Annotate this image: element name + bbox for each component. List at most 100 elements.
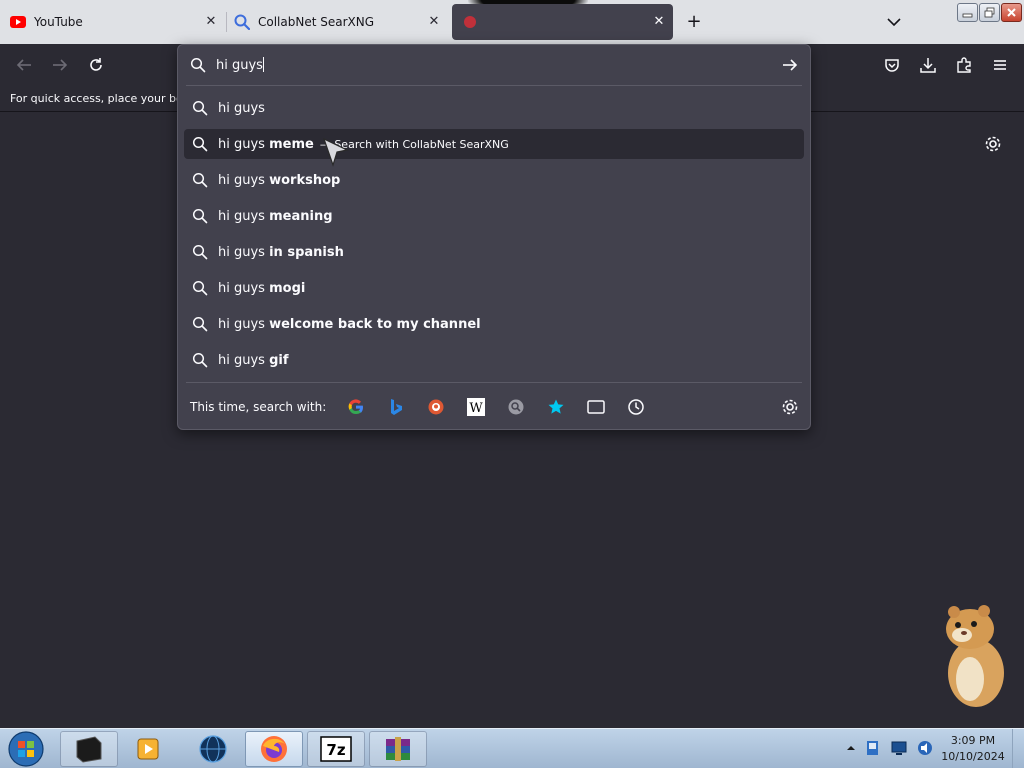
suggestion-item[interactable]: hi guys mogi <box>184 273 804 303</box>
search-icon <box>192 136 208 152</box>
suggestion-completion: in spanish <box>269 244 344 260</box>
hamburger-menu-icon <box>994 60 1006 70</box>
gear-icon <box>782 399 798 415</box>
divider <box>186 85 802 86</box>
network-tray-icon[interactable] <box>864 739 882 757</box>
suggestion-completion: meaning <box>269 208 333 224</box>
suggestion-completion: workshop <box>269 172 341 188</box>
reload-icon <box>90 58 102 71</box>
suggestion-prefix: hi guys <box>218 100 265 116</box>
suggestion-completion: mogi <box>269 280 306 296</box>
monitor-tray-icon[interactable] <box>890 739 908 757</box>
tabs-icon[interactable] <box>586 397 606 417</box>
search-settings-button[interactable] <box>780 397 800 417</box>
suggestion-prefix: hi guys <box>218 280 265 296</box>
restore-icon <box>984 7 995 18</box>
searxng-icon[interactable] <box>506 397 526 417</box>
black-box-icon <box>76 736 102 763</box>
tab-title: YouTube <box>34 15 83 29</box>
wikipedia-icon[interactable]: W <box>466 397 486 417</box>
text-caret <box>262 57 264 72</box>
forward-arrow-icon <box>53 59 68 71</box>
show-hidden-icons-icon[interactable] <box>846 743 856 753</box>
search-icon <box>192 244 208 260</box>
hamster-sticker-image <box>940 605 1010 711</box>
close-icon[interactable]: ✕ <box>651 14 667 30</box>
search-icon <box>192 100 208 116</box>
address-bar[interactable]: hi guys <box>178 45 810 85</box>
tab-collabnet-searxng[interactable]: CollabNet SearXNG ✕ <box>226 0 448 44</box>
window-controls <box>957 3 1022 22</box>
suggestion-completion: gif <box>269 352 289 368</box>
clock-time: 3:09 PM <box>950 734 996 747</box>
firefox-icon <box>261 736 287 762</box>
globe-icon <box>199 735 227 763</box>
suggestion-item[interactable]: hi guys welcome back to my channel <box>184 309 804 339</box>
restore-button[interactable] <box>979 3 1000 22</box>
back-arrow-icon <box>16 59 31 71</box>
pocket-button[interactable] <box>882 55 902 75</box>
extensions-button[interactable] <box>954 55 974 75</box>
suggestion-item[interactable]: hi guys meaning <box>184 201 804 231</box>
arrow-right-icon <box>783 59 798 71</box>
suggestion-item[interactable]: hi guys in spanish <box>184 237 804 267</box>
windows-logo-icon <box>8 731 44 767</box>
puzzle-icon <box>957 57 971 73</box>
reload-button[interactable] <box>86 55 106 75</box>
tab-youtube[interactable]: YouTube ✕ <box>0 0 225 44</box>
tab-title: CollabNet SearXNG <box>258 15 375 29</box>
go-button[interactable] <box>780 55 800 75</box>
minimize-button[interactable] <box>957 3 978 22</box>
forward-button[interactable] <box>50 55 70 75</box>
suggestion-prefix: hi guys <box>218 208 265 224</box>
address-input[interactable]: hi guys <box>216 57 264 73</box>
pocket-icon <box>885 59 899 72</box>
bookmarks-star-icon[interactable] <box>546 397 566 417</box>
taskbar-clock[interactable]: 3:09 PM 10/10/2024 <box>940 733 1006 765</box>
youtube-icon <box>10 14 26 30</box>
new-tab-button[interactable]: + <box>684 12 704 32</box>
taskbar-app-7zip[interactable]: 7z <box>307 731 365 767</box>
taskbar-app-firefox[interactable] <box>245 731 303 767</box>
suggestion-prefix: hi guys <box>218 244 265 260</box>
search-icon <box>234 14 250 30</box>
tab-active[interactable]: ✕ <box>452 4 673 40</box>
google-icon[interactable] <box>346 397 366 417</box>
svg-text:7z: 7z <box>326 741 345 759</box>
suggestion-item[interactable]: hi guys <box>184 93 804 123</box>
suggestion-prefix: hi guys <box>218 136 265 152</box>
download-icon <box>920 58 936 73</box>
one-off-search-label: This time, search with: <box>190 400 327 414</box>
menu-button[interactable] <box>990 55 1010 75</box>
taskbar-app-globe[interactable] <box>184 731 242 767</box>
gear-icon <box>985 136 1001 152</box>
history-icon[interactable] <box>626 397 646 417</box>
winrar-icon <box>386 737 410 761</box>
taskbar: 7z 3:09 PM 10/10/2024 <box>0 728 1024 768</box>
suggestion-item[interactable]: hi guys meme — Search with CollabNet Sear… <box>184 129 804 159</box>
list-all-tabs-button[interactable] <box>884 12 904 32</box>
start-button[interactable] <box>6 730 46 768</box>
close-icon[interactable]: ✕ <box>203 14 219 30</box>
suggestion-item[interactable]: hi guys workshop <box>184 165 804 195</box>
suggestion-item[interactable]: hi guys gif <box>184 345 804 375</box>
show-desktop-button[interactable] <box>1012 729 1024 768</box>
bing-icon[interactable] <box>386 397 406 417</box>
duckduckgo-icon[interactable] <box>426 397 446 417</box>
downloads-button[interactable] <box>918 55 938 75</box>
clock-date: 10/10/2024 <box>941 750 1005 763</box>
back-button[interactable] <box>14 55 34 75</box>
search-icon <box>192 280 208 296</box>
page-settings-button[interactable] <box>983 134 1003 154</box>
suggestion-prefix: hi guys <box>218 172 265 188</box>
volume-tray-icon[interactable] <box>916 739 934 757</box>
tab-strip: YouTube ✕ CollabNet SearXNG ✕ ✕ + <box>0 0 1024 44</box>
close-window-button[interactable] <box>1001 3 1022 22</box>
search-icon <box>192 208 208 224</box>
taskbar-app-winrar[interactable] <box>369 731 427 767</box>
address-input-value: hi guys <box>216 58 263 73</box>
search-icon <box>190 57 206 77</box>
taskbar-app-media-player[interactable] <box>120 731 178 767</box>
taskbar-app-terminal[interactable] <box>60 731 118 767</box>
close-icon[interactable]: ✕ <box>426 14 442 30</box>
